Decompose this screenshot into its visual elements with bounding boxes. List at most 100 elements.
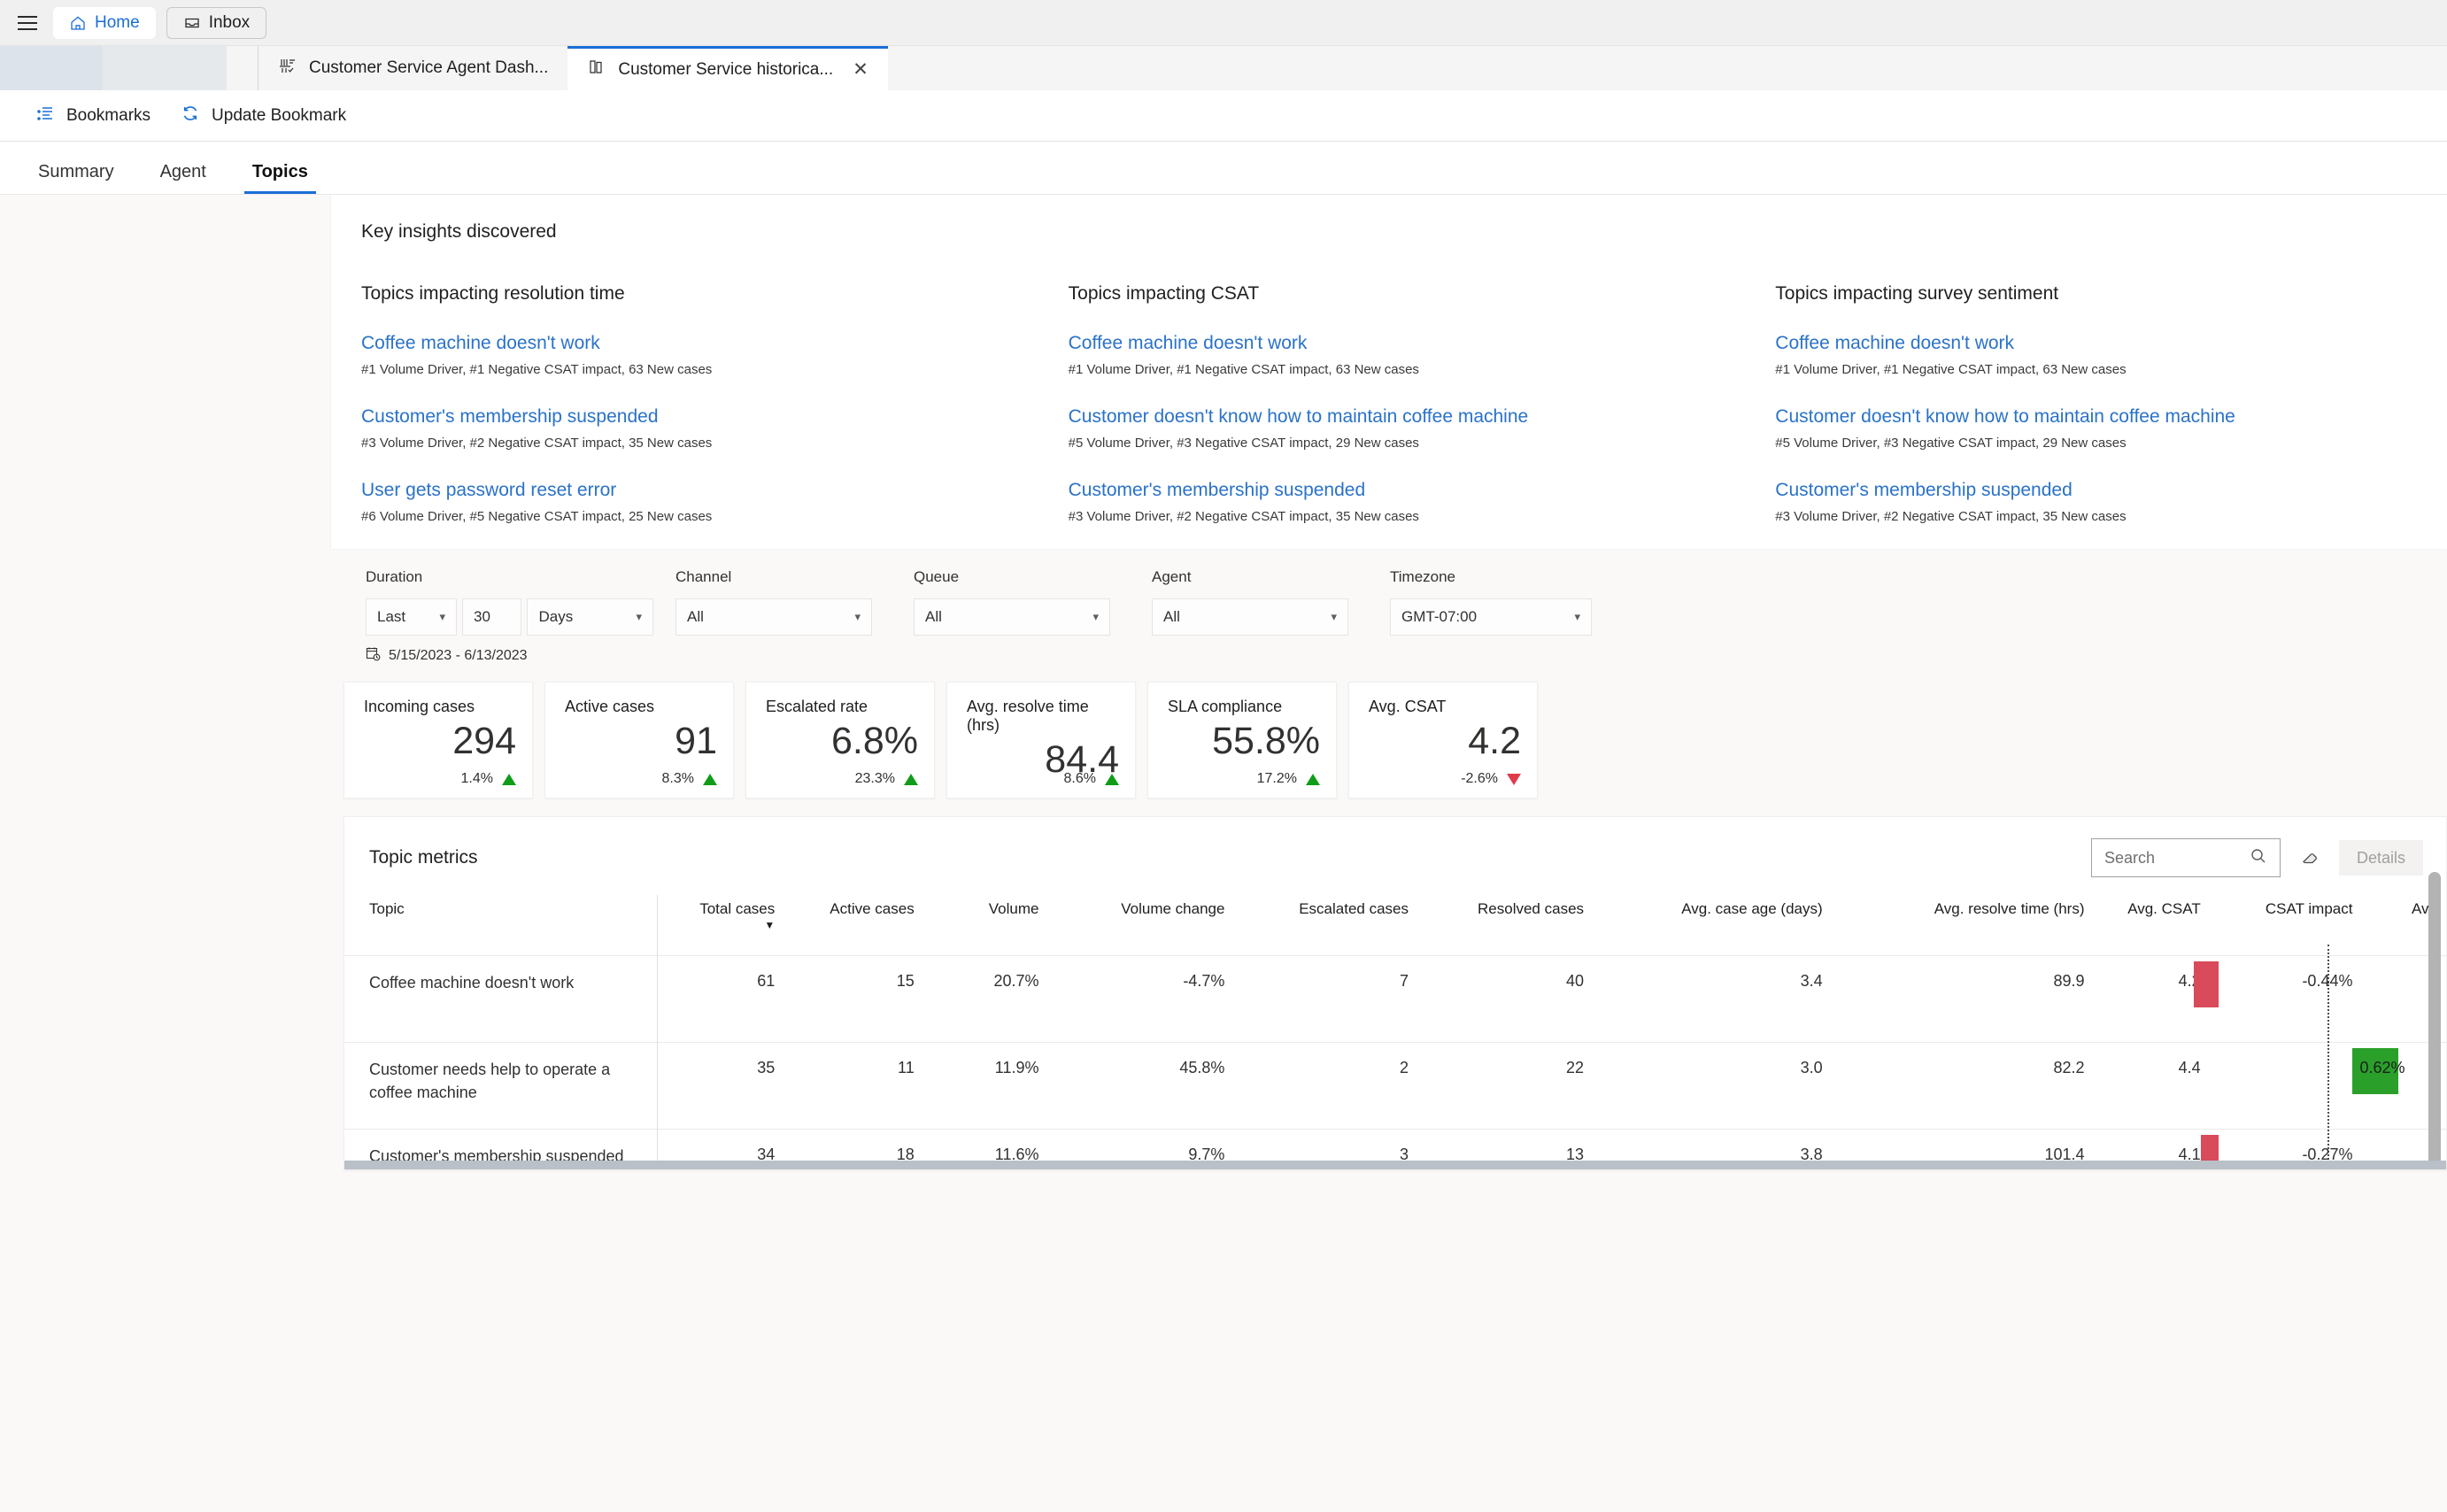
search-input[interactable]: Search (2090, 838, 2281, 877)
kpi-card-escalated-rate[interactable]: Escalated rate 6.8% 23.3% (745, 682, 935, 798)
col-active-cases[interactable]: Active cases (784, 895, 922, 956)
update-bookmark-label: Update Bookmark (212, 105, 347, 125)
kpi-card-sla-compliance[interactable]: SLA compliance 55.8% 17.2% (1147, 682, 1337, 798)
insight-link[interactable]: Coffee machine doesn't work (1775, 333, 2447, 354)
col-resolved-cases[interactable]: Resolved cases (1417, 895, 1593, 956)
trend-up-icon (1105, 773, 1119, 785)
queue-select[interactable]: All ▾ (914, 598, 1110, 636)
col-escalated-cases[interactable]: Escalated cases (1233, 895, 1417, 956)
dashboard-icon (278, 57, 297, 81)
tab-customer-service-historical[interactable]: Customer Service historica... ✕ (567, 46, 888, 90)
insight-subtext: #6 Volume Driver, #5 Negative CSAT impac… (361, 509, 713, 524)
scrollbar-thumb[interactable] (2428, 872, 2441, 1169)
insight-link[interactable]: Coffee machine doesn't work (361, 333, 1069, 354)
cell-total-cases: 61 (656, 955, 784, 1043)
kpi-delta: 8.3% (662, 771, 717, 787)
kpi-card-incoming-cases[interactable]: Incoming cases 294 1.4% (344, 682, 533, 798)
date-range: 5/15/2023 - 6/13/2023 (366, 646, 653, 666)
cell-csat-impact: 0.62% (2209, 1042, 2405, 1130)
details-button[interactable]: Details (2338, 840, 2423, 876)
search-placeholder: Search (2103, 848, 2156, 867)
kpi-delta-value: 8.6% (1063, 771, 1096, 786)
tab-topics[interactable]: Topics (243, 162, 316, 194)
channel-value: All (687, 608, 704, 625)
insight-item: User gets password reset error #6 Volume… (361, 480, 1069, 524)
kpi-delta-value: 17.2% (1256, 771, 1297, 786)
insight-item: Customer doesn't know how to maintain co… (1069, 406, 1776, 451)
cell-avg-case-age: 3.4 (1593, 955, 1832, 1043)
insights-column-survey-sentiment: Topics impacting survey sentiment Coffee… (1775, 283, 2447, 524)
chevron-down-icon: ▾ (854, 610, 861, 623)
insight-link[interactable]: Customer doesn't know how to maintain co… (1775, 406, 2447, 428)
col-volume-change[interactable]: Volume change (1047, 895, 1233, 956)
kpi-card-active-cases[interactable]: Active cases 91 8.3% (544, 682, 734, 798)
duration-amount-input[interactable]: 30 (462, 598, 522, 636)
kpi-title: Avg. resolve time (hrs) (967, 698, 1089, 734)
filter-label: Timezone (1390, 568, 1456, 585)
insight-link[interactable]: Customer doesn't know how to maintain co… (1069, 406, 1776, 428)
kpi-title: Escalated rate (766, 698, 868, 715)
insight-item: Coffee machine doesn't work #1 Volume Dr… (1069, 333, 1776, 377)
col-topic[interactable]: Topic (344, 895, 657, 956)
update-bookmark-button[interactable]: Update Bookmark (181, 104, 346, 128)
insight-link[interactable]: User gets password reset error (361, 480, 1069, 501)
column-heading: Topics impacting resolution time (361, 283, 625, 304)
tabstrip-ghost-left (0, 46, 103, 90)
cell-escalated-cases: 2 (1233, 1042, 1417, 1130)
cell-active-cases: 15 (784, 955, 923, 1043)
col-avg-csat[interactable]: Avg. CSAT (2093, 895, 2209, 956)
duration-relative-select[interactable]: Last ▾ (366, 598, 458, 636)
kpi-card-avg-resolve-time[interactable]: Avg. resolve time (hrs) 84.4 8.6% (946, 682, 1136, 798)
table-vertical-scrollbar[interactable] (2428, 872, 2443, 1169)
col-csat-impact[interactable]: CSAT impact (2210, 895, 2362, 956)
timezone-select[interactable]: GMT-07:00 ▾ (1390, 598, 1592, 636)
kpi-title: Avg. CSAT (1369, 698, 1447, 715)
tab-summary[interactable]: Summary (30, 162, 122, 194)
kpi-card-avg-csat[interactable]: Avg. CSAT 4.2 -2.6% (1348, 682, 1538, 798)
tab-agent[interactable]: Agent (152, 162, 214, 194)
insight-link[interactable]: Customer's membership suspended (1069, 480, 1776, 501)
close-icon[interactable]: ✕ (853, 60, 868, 79)
col-volume[interactable]: Volume (923, 895, 1048, 956)
channel-select[interactable]: All ▾ (675, 598, 872, 636)
col-total-cases[interactable]: Total cases ▼ (656, 895, 784, 956)
insight-link[interactable]: Coffee machine doesn't work (1069, 333, 1776, 354)
cell-resolved-cases: 22 (1417, 1042, 1594, 1130)
csat-impact-value: -0.44% (2302, 972, 2353, 990)
calendar-clock-icon (366, 646, 381, 666)
nav-home-label: Home (95, 12, 140, 32)
bookmarks-button[interactable]: Bookmarks (35, 104, 151, 128)
tabstrip-filler (887, 46, 2447, 90)
inbox-icon (183, 14, 201, 32)
filter-label: Queue (914, 568, 960, 585)
hamburger-icon[interactable] (12, 8, 42, 38)
col-avg-case-age[interactable]: Avg. case age (days) (1593, 895, 1832, 956)
filter-channel: Channel All ▾ (653, 568, 872, 666)
duration-unit-select[interactable]: Days ▾ (527, 598, 653, 636)
sort-descending-icon: ▼ (764, 919, 776, 931)
col-avg-resolve-time[interactable]: Avg. resolve time (hrs) (1832, 895, 2094, 956)
col-label: Total cases (699, 900, 776, 917)
agent-select[interactable]: All ▾ (1152, 598, 1348, 636)
table-horizontal-scrollbar[interactable] (344, 1161, 2446, 1169)
insights-column-resolution-time: Topics impacting resolution time Coffee … (361, 283, 1069, 524)
nav-home-button[interactable]: Home (53, 6, 156, 39)
kpi-delta: 23.3% (855, 771, 918, 787)
cell-topic: Coffee machine doesn't work (344, 955, 658, 1043)
kpi-value: 91 (675, 720, 717, 762)
kpi-delta-value: -2.6% (1461, 771, 1498, 786)
cell-volume-change: 45.8% (1047, 1042, 1234, 1130)
eraser-icon[interactable] (2295, 843, 2325, 873)
tab-label: Customer Service Agent Dash... (309, 58, 549, 77)
trend-up-icon (1306, 773, 1320, 785)
table-row: Customer needs help to operate a coffee … (344, 1042, 2446, 1130)
cell-csat-impact: -0.44% (2193, 955, 2362, 1043)
tab-customer-service-agent-dashboard[interactable]: Customer Service Agent Dash... (258, 46, 567, 90)
filter-duration: Duration Last ▾ 30 Days ▾ 5/15/2023 - 6/… (344, 568, 653, 666)
key-insights-title: Key insights discovered (361, 221, 557, 242)
date-range-text: 5/15/2023 - 6/13/2023 (389, 648, 528, 663)
nav-inbox-button[interactable]: Inbox (166, 6, 267, 39)
insight-link[interactable]: Customer's membership suspended (361, 406, 1069, 428)
cell-avg-csat: 4.2 (2093, 955, 2210, 1043)
insight-link[interactable]: Customer's membership suspended (1775, 480, 2447, 501)
